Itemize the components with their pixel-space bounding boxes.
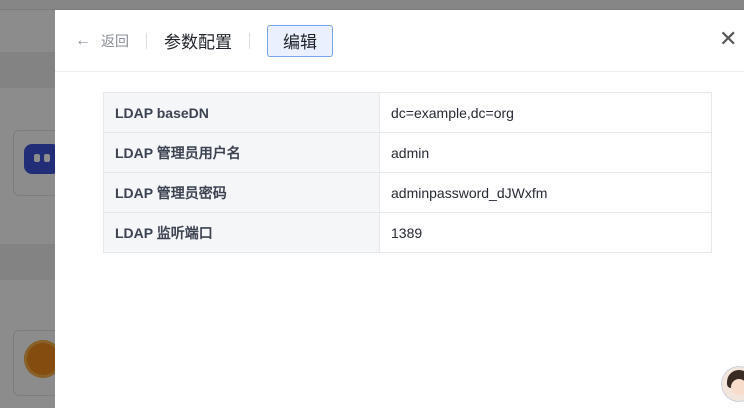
config-value: dc=example,dc=org	[379, 92, 712, 133]
config-table: LDAP baseDN dc=example,dc=org LDAP 管理员用户…	[103, 92, 712, 253]
arrow-left-icon: ←	[75, 31, 91, 49]
back-button[interactable]: ← 返回	[75, 31, 129, 51]
table-row: LDAP baseDN dc=example,dc=org	[103, 92, 712, 133]
header-divider	[146, 32, 147, 49]
back-label: 返回	[101, 32, 129, 49]
close-icon[interactable]: ✕	[719, 28, 737, 50]
table-row: LDAP 管理员密码 adminpassword_dJWxfm	[103, 172, 712, 213]
config-key: LDAP 监听端口	[103, 212, 380, 253]
config-key: LDAP 管理员用户名	[103, 132, 380, 173]
config-drawer: ← 返回 参数配置 编辑 ✕ LDAP baseDN dc=example,dc…	[55, 10, 744, 408]
config-key: LDAP baseDN	[103, 92, 380, 133]
config-value: admin	[379, 132, 712, 173]
edit-button[interactable]: 编辑	[267, 24, 333, 57]
page-title: 参数配置	[164, 33, 232, 52]
config-key: LDAP 管理员密码	[103, 172, 380, 213]
table-row: LDAP 监听端口 1389	[103, 212, 712, 253]
config-value: 1389	[379, 212, 712, 253]
table-row: LDAP 管理员用户名 admin	[103, 132, 712, 173]
header-divider	[249, 32, 250, 49]
drawer-header: ← 返回 参数配置 编辑 ✕	[55, 10, 744, 72]
config-value: adminpassword_dJWxfm	[379, 172, 712, 213]
